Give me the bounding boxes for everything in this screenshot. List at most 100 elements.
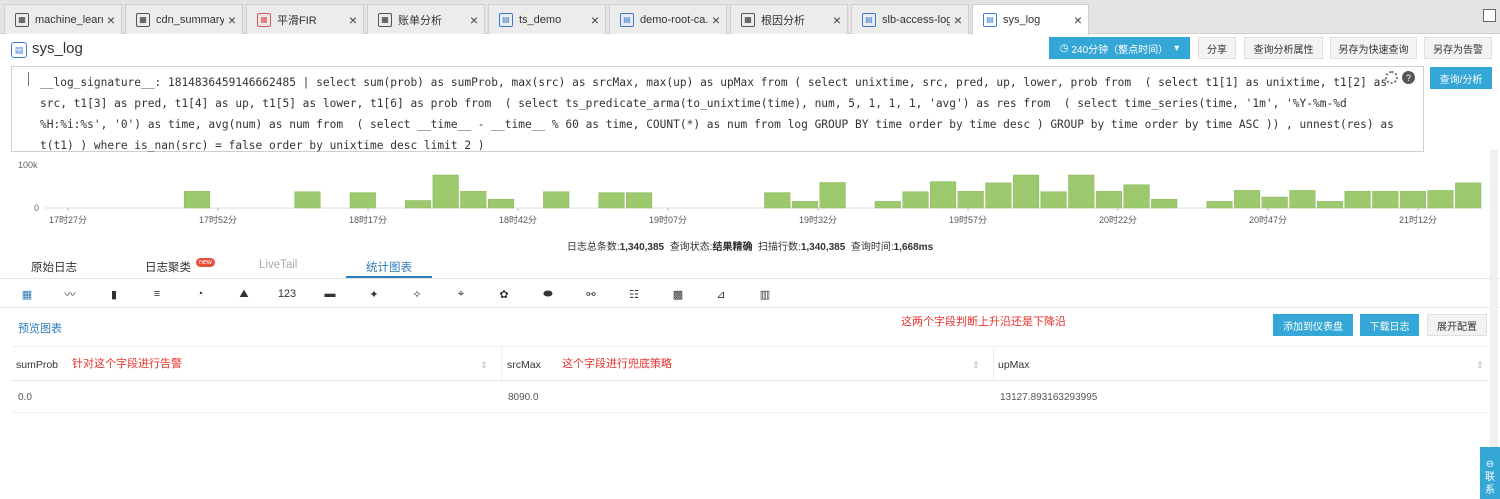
query-text[interactable]: __log_signature__: 1814836459146662485 |… bbox=[40, 72, 1395, 156]
histogram-bar[interactable] bbox=[985, 182, 1012, 209]
histogram-bar[interactable] bbox=[1151, 198, 1178, 209]
status-value: 结果精确 bbox=[712, 242, 753, 253]
wordcloud-icon[interactable]: ☷ bbox=[624, 284, 644, 304]
horizontal-bar-icon[interactable]: ≡ bbox=[147, 284, 167, 304]
header-srcmax[interactable]: srcMax bbox=[507, 347, 541, 382]
histogram-bar[interactable] bbox=[460, 191, 487, 209]
histogram-bar[interactable] bbox=[902, 191, 929, 209]
close-icon[interactable]: × bbox=[470, 13, 478, 27]
histogram-bar[interactable] bbox=[957, 191, 984, 209]
histogram-bar[interactable] bbox=[1095, 191, 1122, 209]
progress-bar-icon[interactable]: ▬ bbox=[320, 284, 340, 304]
histogram-bar[interactable] bbox=[1040, 191, 1067, 209]
close-icon[interactable]: × bbox=[712, 13, 720, 27]
histogram-bar[interactable] bbox=[405, 200, 432, 209]
search-button[interactable]: 查询/分析 bbox=[1430, 67, 1492, 89]
area-chart-icon[interactable]: ⛰ bbox=[234, 284, 254, 304]
tab-item[interactable]: ▦ 根因分析 × bbox=[730, 4, 848, 34]
tab-item[interactable]: ▤ slb-access-log × bbox=[851, 4, 969, 34]
close-icon[interactable]: × bbox=[833, 13, 841, 27]
flow-chart-icon[interactable]: ✿ bbox=[494, 284, 514, 304]
tab-statistics-chart[interactable]: 统计图表 bbox=[366, 259, 412, 275]
add-dashboard-button[interactable]: 添加到仪表盘 bbox=[1273, 314, 1353, 336]
histogram-bar[interactable] bbox=[819, 182, 846, 209]
header-upmax[interactable]: upMax bbox=[998, 347, 1030, 382]
histogram-bar[interactable] bbox=[294, 191, 321, 209]
column-divider[interactable] bbox=[501, 347, 502, 382]
bar-chart-icon[interactable]: ▮ bbox=[104, 284, 124, 304]
histogram-bar[interactable] bbox=[1455, 182, 1482, 209]
bus-chart-icon[interactable]: ⬬ bbox=[538, 284, 558, 304]
tab-item[interactable]: ▦ 账单分析 × bbox=[367, 4, 485, 34]
histogram-bar[interactable] bbox=[1206, 201, 1233, 209]
histogram-bar[interactable] bbox=[432, 174, 459, 209]
histogram-bar[interactable] bbox=[1068, 174, 1095, 209]
number-chart-icon[interactable]: 123 bbox=[277, 284, 297, 304]
histogram-bar[interactable] bbox=[764, 192, 791, 209]
sort-icon[interactable]: ⇕ bbox=[972, 360, 980, 371]
histogram-bar[interactable] bbox=[543, 191, 570, 209]
histogram-bar[interactable] bbox=[1123, 184, 1150, 209]
share-button[interactable]: 分享 bbox=[1198, 37, 1236, 59]
multi-line-icon[interactable]: ⊿ bbox=[711, 284, 731, 304]
contact-us-button[interactable]: ⊖ 联 系 bbox=[1480, 447, 1500, 499]
close-icon[interactable]: × bbox=[954, 13, 962, 27]
world-map-icon[interactable]: ✧ bbox=[407, 284, 427, 304]
histogram-bar[interactable] bbox=[1289, 190, 1316, 209]
close-icon[interactable]: × bbox=[349, 13, 357, 27]
sort-icon[interactable]: ⇕ bbox=[1476, 360, 1484, 371]
header-sumprob[interactable]: sumProb bbox=[16, 347, 58, 382]
tab-item[interactable]: ▦ cdn_summary × bbox=[125, 4, 243, 34]
histogram-bar[interactable] bbox=[1012, 174, 1040, 209]
histogram-bar[interactable] bbox=[1261, 196, 1288, 209]
histogram-bar[interactable] bbox=[1399, 191, 1426, 209]
tab-item[interactable]: ▤ sys_log × bbox=[972, 4, 1089, 35]
tab-livetail[interactable]: LiveTail bbox=[259, 259, 297, 271]
china-map-icon[interactable]: ✦ bbox=[364, 284, 384, 304]
tab-item[interactable]: ▤ demo-root-ca... × bbox=[609, 4, 727, 34]
window-button[interactable] bbox=[1483, 9, 1496, 22]
histogram-bar[interactable] bbox=[1344, 191, 1371, 209]
calendar-grid-icon[interactable]: ▥ bbox=[755, 284, 775, 304]
table-chart-icon[interactable]: ▦ bbox=[17, 284, 37, 304]
histogram-bar[interactable] bbox=[1372, 191, 1399, 209]
histogram-bar[interactable] bbox=[626, 192, 653, 209]
time-range-button[interactable]: ◷ 240分钟（整点时间） ▾ bbox=[1049, 37, 1190, 59]
tab-item[interactable]: ▤ ts_demo × bbox=[488, 4, 606, 34]
histogram-bar[interactable] bbox=[1427, 190, 1454, 209]
column-divider[interactable] bbox=[993, 347, 994, 382]
histogram-bar[interactable] bbox=[598, 192, 625, 209]
query-props-button[interactable]: 查询分析属性 bbox=[1244, 37, 1323, 59]
line-chart-icon[interactable]: 〰 bbox=[60, 284, 80, 304]
expand-config-button[interactable]: 展开配置 bbox=[1427, 314, 1487, 336]
tab-item[interactable]: ▦ machine_learni... × bbox=[4, 4, 122, 34]
close-icon[interactable]: × bbox=[591, 13, 599, 27]
tab-log-cluster[interactable]: 日志聚类 bbox=[145, 259, 191, 275]
tab-item[interactable]: ▦ 平滑FIR × bbox=[246, 4, 364, 34]
tab-label: cdn_summary bbox=[156, 13, 224, 26]
save-alert-button[interactable]: 另存为告警 bbox=[1424, 37, 1492, 59]
histogram-bar[interactable] bbox=[349, 192, 376, 209]
histogram-bar[interactable] bbox=[1234, 190, 1261, 209]
close-icon[interactable]: × bbox=[1074, 13, 1082, 27]
histogram-bar[interactable] bbox=[1316, 201, 1344, 209]
save-search-button[interactable]: 另存为快速查询 bbox=[1330, 37, 1417, 59]
pie-chart-icon[interactable]: ◔ bbox=[190, 284, 210, 304]
query-editor[interactable]: __log_signature__: 1814836459146662485 |… bbox=[11, 66, 1424, 152]
histogram-bar[interactable] bbox=[791, 201, 818, 209]
histogram-bar[interactable] bbox=[183, 191, 211, 209]
help-icon[interactable]: ? bbox=[1402, 71, 1415, 84]
close-icon[interactable]: × bbox=[228, 13, 236, 27]
gear-icon[interactable] bbox=[1385, 71, 1398, 84]
sort-icon[interactable]: ⇕ bbox=[480, 360, 488, 371]
sankey-icon[interactable]: ⚯ bbox=[581, 284, 601, 304]
download-log-button[interactable]: 下载日志 bbox=[1360, 314, 1419, 336]
tab-raw-logs[interactable]: 原始日志 bbox=[31, 259, 77, 275]
map-pin-icon[interactable]: ⌖ bbox=[451, 284, 471, 304]
close-icon[interactable]: × bbox=[107, 13, 115, 27]
treemap-icon[interactable]: ▩ bbox=[668, 284, 688, 304]
histogram-bar[interactable] bbox=[930, 181, 957, 209]
page-scrollbar[interactable] bbox=[1490, 150, 1498, 490]
histogram-bar[interactable] bbox=[487, 198, 515, 209]
histogram-bar[interactable] bbox=[874, 201, 901, 209]
